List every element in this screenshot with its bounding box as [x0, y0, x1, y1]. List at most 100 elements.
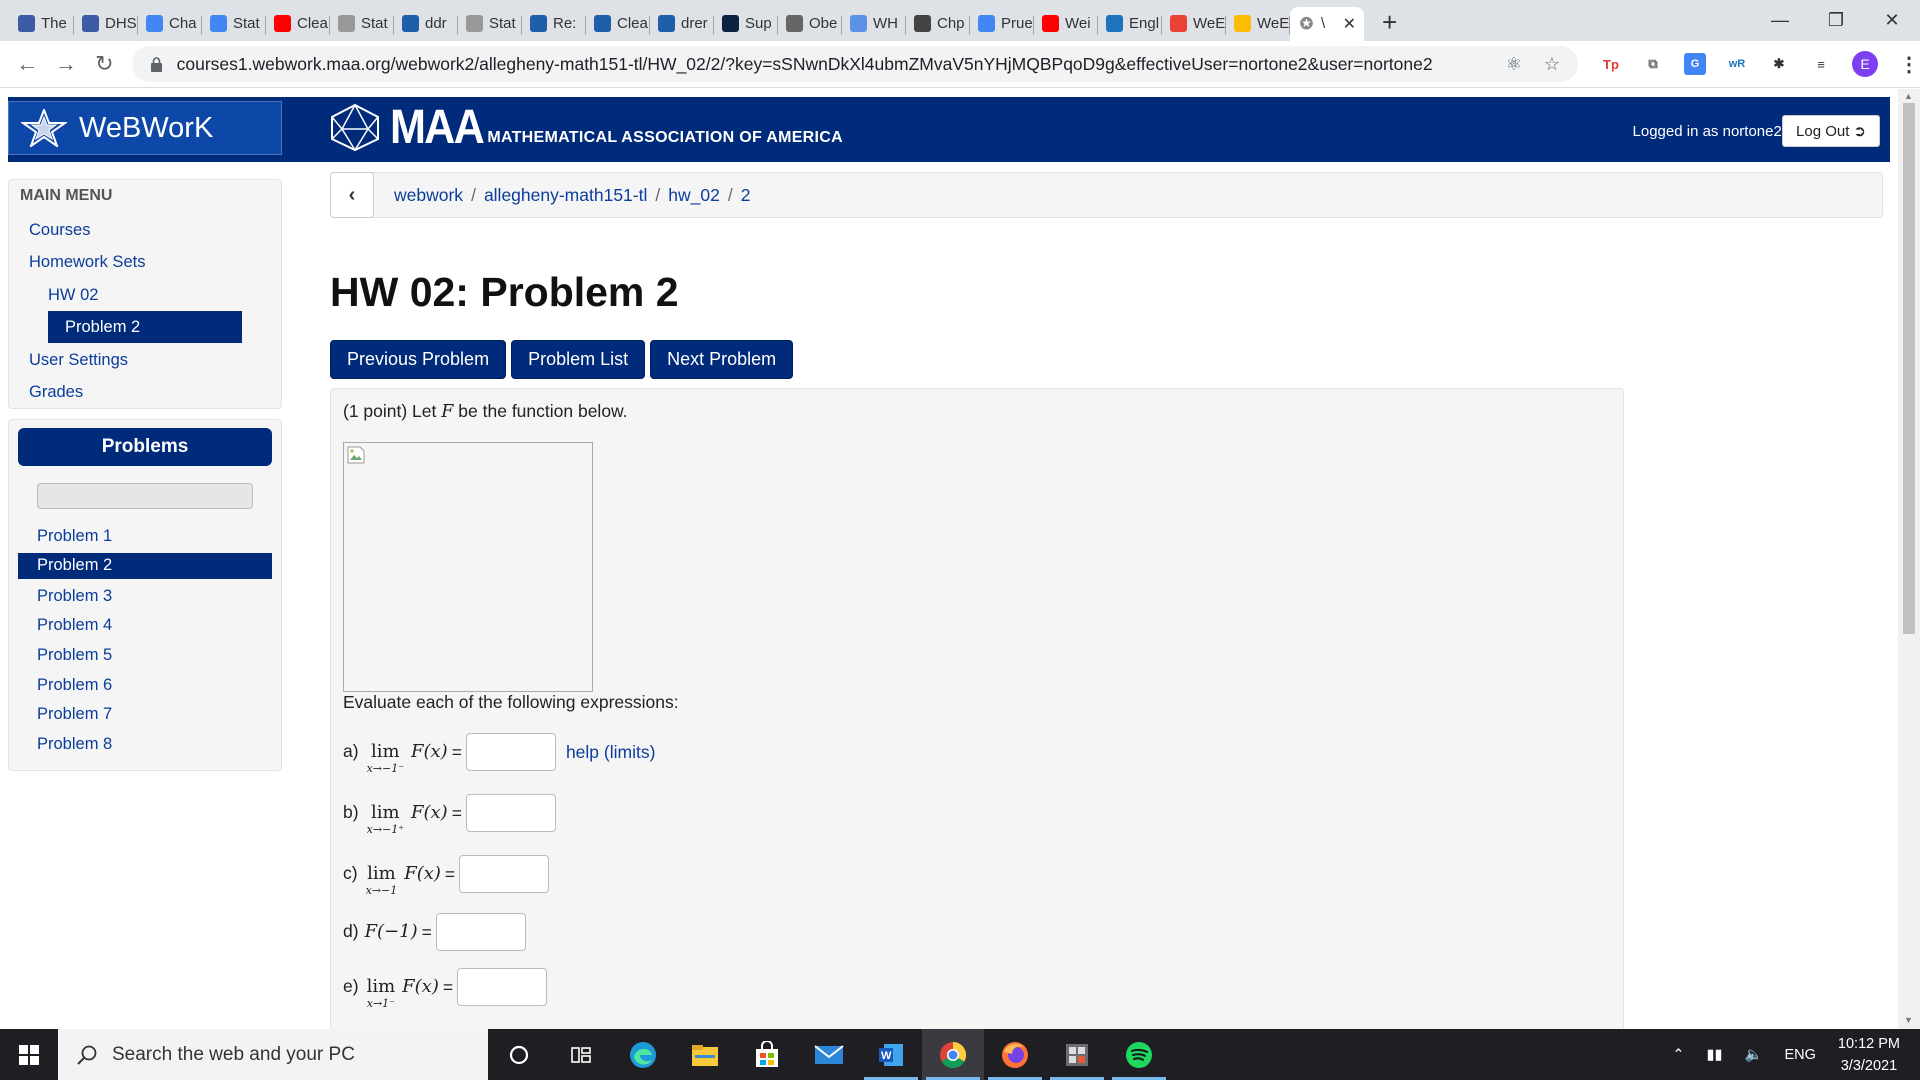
kebab-menu-icon[interactable]: ⋮: [1898, 53, 1920, 76]
browser-tab[interactable]: The: [10, 7, 74, 41]
browser-tab[interactable]: WH: [842, 7, 906, 41]
task-view-icon[interactable]: [550, 1029, 612, 1080]
taskbar-search-box[interactable]: Search the web and your PC: [58, 1029, 488, 1080]
address-bar[interactable]: courses1.webwork.maa.org/webwork2/allegh…: [131, 46, 1578, 82]
answer-input-e[interactable]: [457, 968, 548, 1006]
store-icon[interactable]: [736, 1029, 798, 1080]
problem-link-7[interactable]: Problem 7: [37, 705, 112, 724]
browser-tab[interactable]: Prue: [970, 7, 1034, 41]
chevron-up-icon[interactable]: ⌃: [1672, 1047, 1684, 1063]
browser-tab[interactable]: DHS: [74, 7, 138, 41]
answer-input-a[interactable]: [465, 733, 556, 771]
problem-link-2[interactable]: Problem 2: [18, 553, 272, 579]
minimize-icon[interactable]: —: [1752, 0, 1808, 41]
browser-tab[interactable]: Cha: [138, 7, 202, 41]
page-scrollbar[interactable]: ▲ ▼: [1898, 89, 1920, 1029]
tp-icon[interactable]: Tp: [1600, 53, 1622, 75]
battery-icon[interactable]: ▮▮: [1706, 1047, 1722, 1063]
language-indicator[interactable]: ENG: [1785, 1047, 1816, 1063]
problem-link-4[interactable]: Problem 4: [37, 616, 112, 635]
breadcrumb-course[interactable]: allegheny-math151-tl: [484, 185, 647, 206]
browser-tab[interactable]: Clea: [586, 7, 650, 41]
browser-tab-active[interactable]: ✪ \ ✕: [1290, 6, 1364, 41]
menu-courses[interactable]: Courses: [29, 221, 90, 240]
answer-input-c[interactable]: [459, 855, 550, 893]
next-problem-button[interactable]: Next Problem: [650, 340, 794, 379]
media-icon[interactable]: ≡: [1810, 53, 1832, 75]
reload-icon[interactable]: ↻: [85, 51, 124, 77]
nd-icon: [722, 15, 739, 32]
windows-start-icon[interactable]: [0, 1029, 58, 1080]
edge-icon[interactable]: [612, 1029, 674, 1080]
problem-link-1[interactable]: Problem 1: [37, 527, 112, 546]
tab-title: Stat: [489, 15, 516, 32]
profile-avatar[interactable]: E: [1851, 51, 1878, 77]
close-window-icon[interactable]: ✕: [1864, 0, 1920, 41]
browser-tab[interactable]: Stat: [202, 7, 266, 41]
chrome-icon[interactable]: [922, 1029, 984, 1080]
answer-input-d[interactable]: [435, 913, 526, 951]
breadcrumb-set[interactable]: hw_02: [668, 185, 720, 206]
clock[interactable]: 10:12 PM 3/3/2021: [1838, 1033, 1900, 1077]
previous-problem-button[interactable]: Previous Problem: [330, 340, 507, 379]
puzzle-icon[interactable]: ✱: [1768, 53, 1790, 75]
browser-tab[interactable]: Sup: [714, 7, 778, 41]
browser-tab[interactable]: Re:: [522, 7, 586, 41]
webwork-star-icon: [21, 109, 67, 147]
menu-grades[interactable]: Grades: [29, 383, 83, 402]
browser-tab[interactable]: ddr: [394, 7, 458, 41]
scroll-up-icon[interactable]: ▲: [1904, 91, 1913, 101]
problem-link-8[interactable]: Problem 8: [37, 735, 112, 754]
restore-icon[interactable]: ❐: [1808, 0, 1864, 41]
calculator-icon[interactable]: [1046, 1029, 1108, 1080]
breadcrumb-back-button[interactable]: ‹: [330, 172, 374, 218]
browser-tab[interactable]: Stat: [458, 7, 522, 41]
tab-title: Clea: [617, 15, 648, 32]
browser-tab[interactable]: Stat: [330, 7, 394, 41]
menu-problem-2[interactable]: Problem 2: [48, 311, 242, 343]
browser-tab[interactable]: Clea: [266, 7, 330, 41]
scrollbar-thumb[interactable]: [1903, 103, 1915, 634]
menu-hw-02[interactable]: HW 02: [48, 286, 98, 305]
cortana-icon[interactable]: [488, 1029, 550, 1080]
menu-user-settings[interactable]: User Settings: [29, 351, 128, 370]
browser-tab[interactable]: WeE: [1162, 7, 1226, 41]
app-name: WeBWorK: [79, 111, 214, 144]
browser-tab[interactable]: Wei: [1034, 7, 1098, 41]
globe-icon: [850, 15, 867, 32]
breadcrumb-webwork[interactable]: webwork: [394, 185, 463, 206]
problem-link-3[interactable]: Problem 3: [37, 587, 112, 606]
file-explorer-icon[interactable]: [674, 1029, 736, 1080]
browser-tab[interactable]: Obe: [778, 7, 842, 41]
browser-tab[interactable]: WeE: [1226, 7, 1290, 41]
close-tab-icon[interactable]: ✕: [1343, 14, 1356, 34]
help-limits-link[interactable]: help (limits): [566, 741, 655, 763]
maa-logo[interactable]: MAA MATHEMATICAL ASSOCIATION OF AMERICA: [328, 103, 843, 152]
answer-input-b[interactable]: [465, 794, 556, 832]
volume-icon[interactable]: 🔈: [1744, 1046, 1762, 1063]
browser-tab[interactable]: Chp: [906, 7, 970, 41]
problem-link-6[interactable]: Problem 6: [37, 676, 112, 695]
menu-homework-sets[interactable]: Homework Sets: [29, 253, 145, 272]
scroll-down-icon[interactable]: ▼: [1904, 1015, 1913, 1025]
breadcrumb-problem[interactable]: 2: [741, 185, 751, 206]
forward-icon[interactable]: →: [47, 51, 86, 77]
word-icon[interactable]: W: [860, 1029, 922, 1080]
firefox-icon[interactable]: [984, 1029, 1046, 1080]
copy-icon[interactable]: ⧉: [1642, 53, 1664, 75]
webwork-logo[interactable]: WeBWorK: [8, 101, 282, 155]
mail-icon[interactable]: [798, 1029, 860, 1080]
browser-tab[interactable]: drer: [650, 7, 714, 41]
bookmark-star-icon[interactable]: ☆: [1544, 54, 1560, 75]
grid-icon: [466, 15, 483, 32]
back-icon[interactable]: ←: [8, 51, 47, 77]
translate-icon[interactable]: ⚛: [1506, 54, 1522, 75]
wr-icon[interactable]: wR: [1726, 53, 1748, 75]
spotify-icon[interactable]: [1108, 1029, 1170, 1080]
problem-link-5[interactable]: Problem 5: [37, 646, 112, 665]
problem-list-button[interactable]: Problem List: [511, 340, 646, 379]
google-translate-icon[interactable]: G: [1683, 53, 1706, 75]
logout-button[interactable]: Log Out ➲: [1782, 115, 1880, 147]
browser-tab[interactable]: Engl: [1098, 7, 1162, 41]
new-tab-icon[interactable]: +: [1382, 7, 1397, 38]
